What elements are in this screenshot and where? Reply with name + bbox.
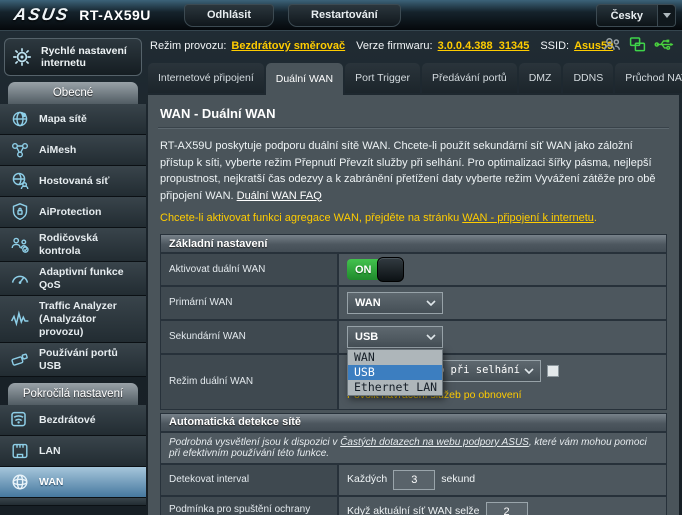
failover-count-input[interactable] (486, 502, 528, 515)
sidebar-item-adaptive-qos[interactable]: Adaptivní funkce QoS (0, 262, 146, 296)
title-divider (158, 127, 669, 129)
usb-drive-icon (10, 350, 30, 370)
parental-controls-icon (10, 235, 30, 255)
dual-wan-faq-link[interactable]: Duální WAN FAQ (237, 190, 322, 202)
secondary-wan-row: Sekundární WAN USB WAN USB Ethernet LA (161, 321, 666, 355)
status-icons (603, 36, 674, 53)
brand: ASUS RT-AX59U (14, 5, 184, 25)
toggle-knob[interactable] (377, 257, 404, 282)
sidebar-item-quick-internet-setup[interactable]: Rychlé nastavení internetu (4, 38, 142, 76)
tab-port-forwarding[interactable]: Předávání portů (422, 63, 517, 93)
operation-mode-label: Režim provozu: (150, 40, 226, 52)
sidebar: Rychlé nastavení internetu Obecné Mapa s… (0, 34, 146, 515)
sidebar-item-wan[interactable]: WAN (0, 467, 146, 498)
guest-network-icon (10, 171, 30, 191)
auto-detection-note: Podrobná vysvětlení jsou k dispozici v Č… (161, 433, 666, 465)
sidebar-item-usb-application[interactable]: Používání portů USB (0, 343, 146, 377)
lan-port-icon (10, 441, 30, 461)
model-name: RT-AX59U (79, 7, 151, 23)
wan-aggregation-note: Chcete-li aktivovat funkci agregace WAN,… (160, 212, 667, 224)
tab-dmz[interactable]: DMZ (519, 63, 562, 93)
sidebar-item-lan[interactable]: LAN (0, 436, 146, 467)
firmware-version-link[interactable]: 3.0.0.4.388_31345 (438, 40, 530, 52)
status-bar: Režim provozu: Bezdrátový směrovač Verze… (150, 36, 622, 56)
aimesh-icon (10, 140, 30, 160)
secondary-wan-dropdown-list: WAN USB Ethernet LAN (347, 349, 443, 396)
content-panel: WAN - Duální WAN RT-AX59U poskytuje podp… (148, 95, 679, 515)
toggle-on-label: ON (355, 262, 372, 279)
traffic-analyzer-icon (10, 309, 30, 329)
operation-mode-link[interactable]: Bezdrátový směrovač (231, 40, 345, 52)
detect-interval-input[interactable] (393, 470, 435, 490)
firmware-label: Verze firmwaru: (356, 40, 432, 52)
asus-support-faq-link[interactable]: Častých dotazech na webu podpory ASUS (340, 437, 529, 448)
chevron-down-icon (663, 13, 671, 18)
sidebar-item-aimesh[interactable]: AiMesh (0, 135, 146, 166)
tab-dual-wan[interactable]: Duální WAN (266, 63, 343, 95)
sidebar-item-partial[interactable] (0, 498, 146, 506)
ssid-label: SSID: (540, 40, 569, 52)
dropdown-option-ethernet-lan[interactable]: Ethernet LAN (348, 380, 442, 395)
page-title: WAN - Duální WAN (160, 106, 669, 121)
wan-internet-connection-link[interactable]: WAN - připojení k internetu (462, 212, 594, 224)
detect-interval-label: Detekovat interval (161, 465, 339, 495)
auto-detection-table: Automatická detekce sítě Podrobná vysvět… (160, 413, 667, 515)
tab-port-trigger[interactable]: Port Trigger (345, 63, 420, 93)
auto-detection-header: Automatická detekce sítě (161, 414, 666, 433)
sidebar-section-advanced: Pokročilá nastavení (8, 383, 138, 405)
enable-dual-wan-label: Aktivovat duální WAN (161, 254, 339, 285)
failback-checkbox[interactable] (547, 365, 559, 377)
clients-icon[interactable] (603, 36, 621, 53)
dual-wan-toggle[interactable]: ON (347, 259, 402, 280)
language-select[interactable]: Česky (596, 4, 676, 27)
sidebar-item-aiprotection[interactable]: AiProtection (0, 197, 146, 228)
language-label: Česky (597, 10, 657, 22)
failover-condition-label: Podmínka pro spuštění ochrany automatick… (161, 497, 339, 515)
usb-status-icon[interactable] (654, 37, 674, 52)
sidebar-item-traffic-analyzer[interactable]: Traffic Analyzer (Analyzátor provozu) (0, 296, 146, 343)
secondary-wan-label: Sekundární WAN (161, 321, 339, 353)
secondary-wan-select[interactable]: USB (347, 326, 443, 348)
sidebar-item-network-map[interactable]: Mapa sítě (0, 104, 146, 135)
sidebar-item-guest-network[interactable]: Hostovaná síť (0, 166, 146, 197)
network-devices-icon[interactable] (629, 36, 646, 53)
primary-wan-label: Primární WAN (161, 287, 339, 319)
basic-settings-header: Základní nastavení (161, 235, 666, 254)
quick-setup-label: Rychlé nastavení internetu (41, 45, 135, 69)
primary-wan-row: Primární WAN WAN (161, 287, 666, 321)
tab-internet-connection[interactable]: Internetové připojení (148, 63, 264, 93)
tab-bar: Internetové připojení Duální WAN Port Tr… (148, 63, 678, 95)
network-map-icon (10, 109, 30, 129)
tab-ddns[interactable]: DDNS (563, 63, 613, 93)
chevron-down-icon (426, 300, 436, 306)
language-dropdown-arrow[interactable] (657, 5, 675, 26)
dropdown-option-wan[interactable]: WAN (348, 350, 442, 365)
top-bar: ASUS RT-AX59U Odhlásit Restartování Česk… (0, 0, 682, 31)
wan-globe-icon (10, 472, 30, 492)
wireless-icon (10, 410, 30, 430)
chevron-down-icon (524, 368, 534, 374)
gear-wrench-icon (11, 46, 33, 68)
tab-nat-passthrough[interactable]: Průchod NAT (615, 63, 682, 93)
dropdown-option-usb[interactable]: USB (348, 365, 442, 380)
sidebar-item-parental-controls[interactable]: Rodičovská kontrola (0, 228, 146, 262)
primary-wan-select[interactable]: WAN (347, 292, 443, 314)
sidebar-section-general: Obecné (8, 82, 138, 104)
enable-dual-wan-row: Aktivovat duální WAN ON (161, 254, 666, 287)
logout-button[interactable]: Odhlásit (184, 4, 274, 27)
detect-interval-row: Detekovat interval Každých sekund (161, 465, 666, 497)
shield-lock-icon (10, 202, 30, 222)
sidebar-item-wireless[interactable]: Bezdrátové (0, 405, 146, 436)
asus-logo: ASUS (12, 5, 71, 25)
dual-wan-mode-label: Režim duální WAN (161, 355, 339, 409)
failover-condition-row: Podmínka pro spuštění ochrany automatick… (161, 497, 666, 515)
page-description: RT-AX59U poskytuje podporu duální sítě W… (160, 138, 667, 204)
router-admin-screen: ASUS RT-AX59U Odhlásit Restartování Česk… (0, 0, 682, 515)
chevron-down-icon (426, 334, 436, 340)
reboot-button[interactable]: Restartování (288, 4, 401, 27)
qos-gauge-icon (10, 269, 30, 289)
basic-settings-table: Základní nastavení Aktivovat duální WAN … (160, 234, 667, 410)
